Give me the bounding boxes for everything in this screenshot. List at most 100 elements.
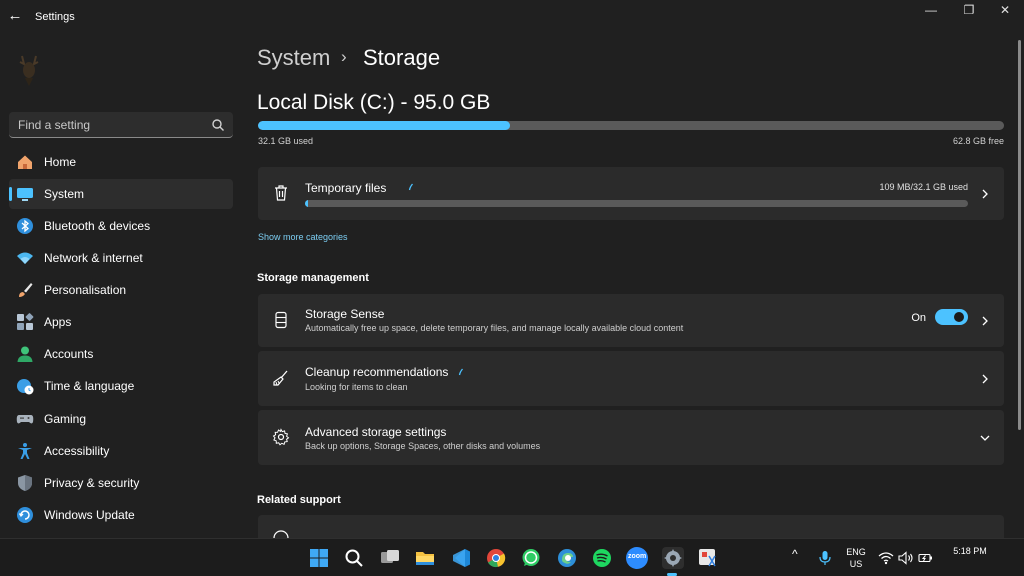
close-button[interactable]: ✕ bbox=[986, 0, 1024, 22]
loading-spinner-icon bbox=[458, 368, 464, 376]
language-code: ENG bbox=[846, 547, 866, 557]
sidebar-item-gaming[interactable]: Gaming bbox=[9, 404, 233, 434]
chevron-right-icon bbox=[982, 189, 988, 199]
sidebar-item-label: Windows Update bbox=[44, 508, 135, 522]
storage-sense-toggle-label: On bbox=[911, 312, 926, 324]
disk-usage-bar bbox=[258, 121, 1004, 130]
cleanup-recommendations-card[interactable]: Cleanup recommendations Looking for item… bbox=[258, 351, 1004, 406]
chevron-right-icon bbox=[982, 316, 988, 326]
home-icon bbox=[18, 155, 32, 169]
search-input[interactable]: Find a setting bbox=[9, 112, 233, 138]
related-support-card[interactable] bbox=[258, 515, 1004, 546]
sidebar-item-label: Home bbox=[44, 155, 77, 169]
sidebar-item-home[interactable]: Home bbox=[9, 147, 233, 177]
storage-sense-card[interactable]: Storage Sense Automatically free up spac… bbox=[258, 294, 1004, 347]
microphone-icon[interactable] bbox=[818, 550, 832, 566]
gear-icon bbox=[272, 428, 290, 446]
disk-title: Local Disk (C:) - 95.0 GB bbox=[257, 91, 491, 114]
sidebar-item-system[interactable]: System bbox=[9, 179, 233, 209]
sidebar-item-privacy[interactable]: Privacy & security bbox=[9, 468, 233, 498]
chevron-right-icon bbox=[982, 374, 988, 384]
brush-icon bbox=[19, 283, 33, 297]
show-more-categories-link[interactable]: Show more categories bbox=[258, 232, 348, 242]
tray-chevron-icon[interactable]: ^ bbox=[792, 547, 798, 561]
sidebar-item-label: Apps bbox=[44, 315, 72, 329]
spotify-icon[interactable] bbox=[591, 547, 613, 569]
advanced-storage-title: Advanced storage settings bbox=[305, 425, 447, 439]
settings-icon[interactable] bbox=[662, 547, 684, 569]
task-view-icon[interactable] bbox=[379, 547, 401, 569]
sidebar-item-apps[interactable]: Apps bbox=[9, 307, 233, 337]
sidebar-item-time-language[interactable]: Time & language bbox=[9, 371, 233, 401]
storage-management-heading: Storage management bbox=[257, 272, 369, 284]
sidebar-item-personalisation[interactable]: Personalisation bbox=[9, 275, 233, 305]
wifi-tray-icon[interactable] bbox=[878, 551, 894, 565]
language-indicator[interactable]: ENG US bbox=[843, 547, 869, 569]
temporary-files-size: 109 MB/32.1 GB used bbox=[879, 182, 968, 192]
cleanup-title: Cleanup recommendations bbox=[305, 365, 449, 379]
snipping-tool-icon[interactable] bbox=[697, 547, 719, 569]
accessibility-icon bbox=[18, 443, 32, 459]
minimize-button[interactable]: — bbox=[912, 0, 950, 22]
accounts-icon bbox=[17, 346, 33, 362]
cleanup-subtitle: Looking for items to clean bbox=[305, 382, 408, 392]
sidebar-item-label: Accounts bbox=[44, 347, 94, 361]
volume-icon[interactable] bbox=[898, 551, 914, 565]
temporary-files-card[interactable]: Temporary files 109 MB/32.1 GB used bbox=[258, 167, 1004, 220]
sidebar-item-network[interactable]: Network & internet bbox=[9, 243, 233, 273]
whatsapp-icon[interactable] bbox=[520, 547, 542, 569]
breadcrumb-separator: › bbox=[341, 47, 347, 66]
sidebar-item-label: Personalisation bbox=[44, 283, 127, 297]
edge-icon[interactable] bbox=[556, 547, 578, 569]
storage-sense-toggle[interactable] bbox=[935, 309, 968, 325]
title-bar: ← Settings — ❐ ✕ bbox=[0, 0, 1024, 34]
taskbar: zoom ^ ENG US 5:18 PM bbox=[0, 538, 1024, 576]
search-icon[interactable] bbox=[211, 118, 225, 132]
sidebar-item-label: Network & internet bbox=[44, 251, 143, 265]
toggle-knob bbox=[954, 312, 964, 322]
search-icon[interactable] bbox=[343, 547, 365, 569]
scrollbar[interactable] bbox=[1018, 40, 1021, 430]
wifi-icon bbox=[17, 252, 33, 264]
restore-button[interactable]: ❐ bbox=[950, 0, 988, 22]
windows-start-icon[interactable] bbox=[308, 547, 330, 569]
storage-sense-subtitle: Automatically free up space, delete temp… bbox=[305, 323, 684, 333]
deer-avatar-icon bbox=[19, 55, 39, 86]
sidebar-item-accessibility[interactable]: Accessibility bbox=[9, 436, 233, 466]
breadcrumb-parent[interactable]: System bbox=[257, 45, 330, 71]
gamepad-icon bbox=[16, 415, 34, 424]
sidebar-item-label: Accessibility bbox=[44, 444, 110, 458]
battery-charging-icon[interactable] bbox=[918, 551, 934, 565]
storage-drive-icon bbox=[275, 311, 287, 329]
disk-free-label: 62.8 GB free bbox=[952, 136, 1004, 146]
chevron-down-icon[interactable] bbox=[978, 431, 992, 445]
region-code: US bbox=[849, 559, 863, 569]
broom-icon bbox=[273, 370, 288, 386]
back-button[interactable]: ← bbox=[6, 6, 24, 26]
disk-usage-fill bbox=[258, 121, 511, 130]
disk-used-label: 32.1 GB used bbox=[258, 136, 314, 146]
advanced-storage-subtitle: Back up options, Storage Spaces, other d… bbox=[305, 441, 541, 451]
update-icon bbox=[17, 507, 33, 523]
sidebar-item-bluetooth[interactable]: Bluetooth & devices bbox=[9, 211, 233, 241]
zoom-label: zoom bbox=[628, 553, 647, 560]
sidebar-item-accounts[interactable]: Accounts bbox=[9, 339, 233, 369]
advanced-storage-settings-card[interactable]: Advanced storage settings Back up option… bbox=[258, 410, 1004, 465]
sidebar-item-label: Time & language bbox=[44, 379, 135, 393]
app-title: Settings bbox=[35, 11, 75, 23]
clock-time[interactable]: 5:18 PM bbox=[950, 546, 990, 556]
apps-icon bbox=[17, 313, 34, 330]
globe-clock-icon bbox=[17, 379, 34, 395]
avatar[interactable] bbox=[14, 52, 44, 88]
zoom-icon[interactable]: zoom bbox=[626, 547, 648, 569]
sidebar-item-windows-update[interactable]: Windows Update bbox=[9, 500, 233, 530]
temporary-files-fill bbox=[305, 200, 308, 207]
file-explorer-icon[interactable] bbox=[414, 547, 436, 569]
system-icon bbox=[17, 188, 33, 201]
temporary-files-title: Temporary files bbox=[305, 181, 387, 195]
chrome-icon[interactable] bbox=[485, 547, 507, 569]
vscode-icon[interactable] bbox=[450, 547, 472, 569]
sidebar-item-label: System bbox=[44, 187, 85, 201]
bluetooth-icon bbox=[17, 218, 33, 234]
loading-spinner-icon bbox=[408, 183, 414, 191]
